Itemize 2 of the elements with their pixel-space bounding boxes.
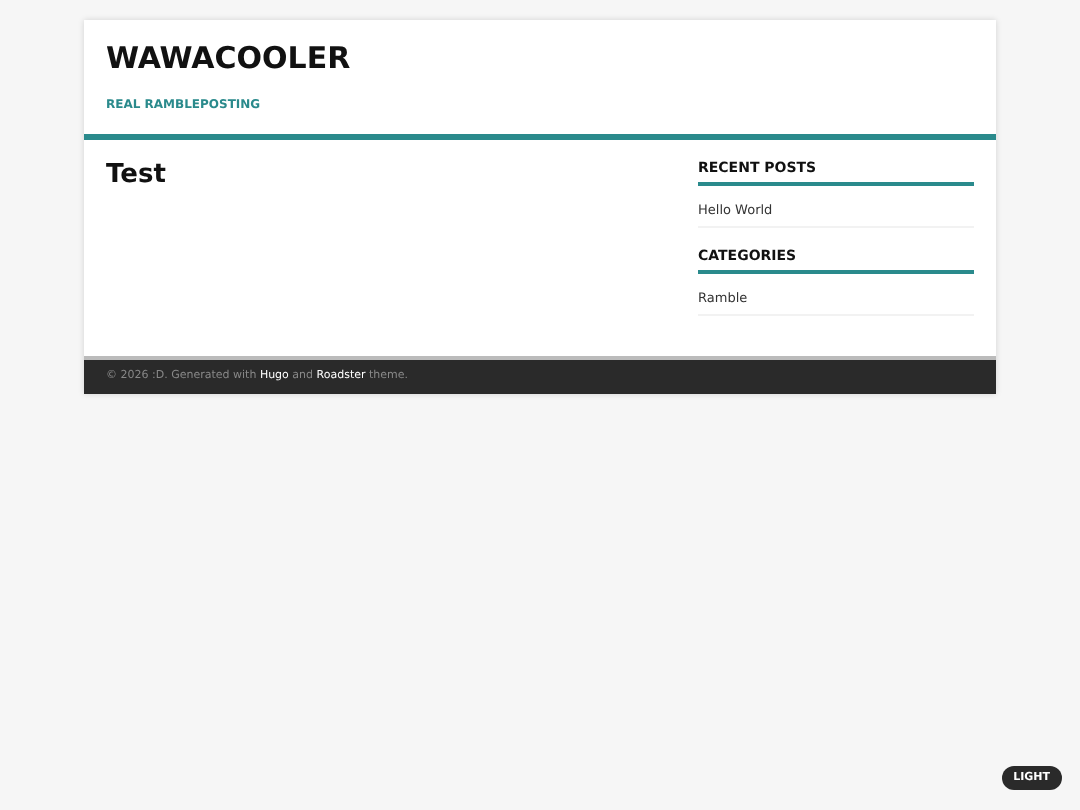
post-title: Test [106,160,168,190]
site-title[interactable]: WAWACOOLER [106,40,974,76]
